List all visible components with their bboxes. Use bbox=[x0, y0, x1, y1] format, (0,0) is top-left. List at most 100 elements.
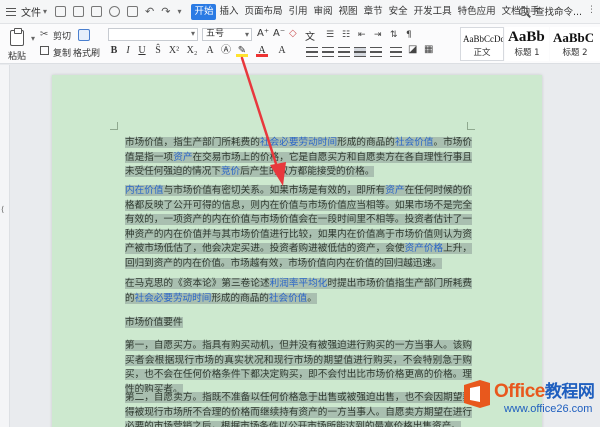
ribbon-tabs: 开始 插入 页面布局 引用 审阅 视图 章节 安全 开发工具 特色应用 文档助手 bbox=[191, 3, 542, 20]
tab-insert[interactable]: 插入 bbox=[216, 4, 241, 20]
print-icon[interactable] bbox=[91, 6, 103, 17]
print-preview-icon[interactable] bbox=[109, 6, 121, 17]
borders-icon[interactable]: ▦ bbox=[424, 44, 433, 55]
line-spacing-icon[interactable] bbox=[390, 47, 402, 57]
more-icon[interactable]: ▾ bbox=[177, 7, 181, 16]
italic-icon[interactable]: I bbox=[122, 44, 134, 58]
text-run: 形成的商品的 bbox=[211, 292, 269, 304]
subscript-icon[interactable]: X₂ bbox=[186, 44, 198, 58]
tab-features[interactable]: 特色应用 bbox=[455, 4, 499, 20]
more-icon[interactable]: ⋮ bbox=[587, 5, 596, 15]
align-right-icon[interactable] bbox=[338, 47, 350, 57]
paragraph-2[interactable]: 内在价值与市场价值有密切关系。如果市场是有效的，即所有资产在任何时候的价格都反映… bbox=[125, 184, 473, 271]
style-normal[interactable]: AaBbCcDd 正文 bbox=[460, 27, 504, 61]
scissors-icon[interactable]: ✂ bbox=[40, 29, 48, 40]
hyperlink[interactable]: 资产价格 bbox=[405, 243, 444, 254]
paste-button-label[interactable]: 粘贴 bbox=[8, 49, 26, 62]
style-preview: AaBbCcDd bbox=[463, 34, 503, 44]
tab-view[interactable]: 视图 bbox=[336, 4, 361, 20]
text-run: 形成的商品的 bbox=[337, 137, 395, 148]
paragraph-5[interactable]: 第一，自愿买方。指具有购买动机，但并没有被强迫进行购买的一方当事人。该购买者会根… bbox=[125, 339, 472, 397]
hyperlink[interactable]: 利润率平均化 bbox=[270, 278, 328, 289]
char-shading-icon[interactable]: A bbox=[276, 44, 288, 58]
text-run: 与市场价值有密切关系。如果市场是有效的，即所有 bbox=[163, 185, 386, 196]
paragraph-4[interactable]: 市场价值要件 bbox=[125, 316, 472, 331]
shrink-font-icon[interactable]: A⁻ bbox=[273, 28, 285, 39]
chevron-down-icon: ▾ bbox=[43, 7, 48, 16]
watermark-url: www.office26.com bbox=[504, 403, 593, 415]
align-left-icon[interactable] bbox=[306, 47, 318, 57]
indent-icon[interactable]: ⇥ bbox=[374, 30, 382, 40]
paragraph-3[interactable]: 在马克思的《资本论》第三卷论述利润率平均化时提出市场价值指生产部门所耗费的社会必… bbox=[125, 277, 473, 306]
copy-button-label[interactable]: 复制 bbox=[53, 46, 71, 59]
tab-security[interactable]: 安全 bbox=[386, 4, 411, 20]
underline-icon[interactable]: U bbox=[136, 44, 148, 58]
paragraph-1[interactable]: 市场价值，指生产部门所耗费的社会必要劳动时间形成的商品的社会价值。市场价值是指一… bbox=[125, 136, 473, 180]
office-logo-icon bbox=[464, 380, 490, 408]
text-run: 。 bbox=[307, 292, 317, 304]
text-run: 第二，自愿卖方。指既不准备以任何价格急于出售或被强迫出售，也不会因期望获得被现行… bbox=[125, 392, 472, 427]
command-search-label: 查找命令... bbox=[534, 7, 582, 18]
superscript-icon[interactable]: X² bbox=[168, 44, 180, 58]
tab-page-layout[interactable]: 页面布局 bbox=[242, 4, 286, 20]
tab-home[interactable]: 开始 bbox=[191, 3, 217, 20]
undo-icon[interactable]: ↶ bbox=[145, 5, 154, 18]
style-preview: AaBb bbox=[508, 29, 545, 45]
hyperlink[interactable]: 竞价 bbox=[221, 166, 240, 177]
grow-font-icon[interactable]: A⁺ bbox=[257, 28, 269, 39]
style-heading-1[interactable]: AaBb 标题 1 bbox=[505, 27, 549, 61]
side-tab-icon[interactable]: ⟨ bbox=[1, 205, 4, 214]
redo-icon[interactable]: ↷ bbox=[161, 5, 170, 18]
align-justify-icon[interactable] bbox=[354, 47, 366, 57]
hyperlink[interactable]: 内在价值 bbox=[125, 185, 164, 196]
font-color-icon[interactable]: A bbox=[256, 44, 268, 57]
style-name: 正文 bbox=[473, 48, 491, 58]
text-run: 后产生的双方都能接受的价格。 bbox=[240, 166, 375, 177]
hyperlink[interactable]: 社会必要劳动时间 bbox=[260, 137, 337, 148]
font-size-select[interactable]: 五号 bbox=[202, 28, 252, 41]
margin-corner-mark bbox=[467, 122, 475, 130]
hyperlink[interactable]: 社会价值 bbox=[395, 137, 434, 148]
char-border-icon[interactable]: Ⓐ bbox=[220, 44, 232, 58]
font-name-select[interactable] bbox=[108, 28, 198, 41]
save-icon[interactable] bbox=[55, 6, 67, 17]
highlight-icon[interactable]: ✎ bbox=[236, 44, 248, 57]
bullets-icon[interactable]: ☰ bbox=[326, 30, 334, 40]
numbering-icon[interactable]: ☷ bbox=[342, 30, 350, 40]
style-heading-2[interactable]: AaBbC 标题 2 bbox=[550, 27, 600, 61]
align-center-icon[interactable] bbox=[322, 47, 334, 57]
paragraph-6[interactable]: 第二，自愿卖方。指既不准备以任何价格急于出售或被强迫出售，也不会因期望获得被现行… bbox=[125, 391, 472, 427]
file-menu[interactable]: 文件 ▾ bbox=[6, 4, 47, 19]
command-search[interactable]: 查找命令... bbox=[518, 4, 582, 18]
watermark-title-latin: Office bbox=[494, 381, 545, 402]
format-icon[interactable] bbox=[127, 6, 139, 17]
shading-icon[interactable]: ◪ bbox=[408, 44, 417, 55]
hyperlink[interactable]: 资产 bbox=[385, 185, 404, 196]
tab-chapter[interactable]: 章节 bbox=[361, 4, 386, 20]
tab-references[interactable]: 引用 bbox=[286, 4, 311, 20]
bold-icon[interactable]: B bbox=[108, 44, 120, 58]
show-marks-icon[interactable]: ¶ bbox=[406, 30, 412, 40]
sort-icon[interactable]: ⇅ bbox=[390, 30, 398, 40]
tab-developer[interactable]: 开发工具 bbox=[411, 4, 455, 20]
search-icon bbox=[518, 6, 528, 16]
cut-button-label[interactable]: 剪切 bbox=[53, 29, 71, 42]
export-pdf-icon[interactable] bbox=[73, 6, 85, 17]
text-effect-icon[interactable]: A bbox=[204, 44, 216, 58]
style-name: 标题 2 bbox=[562, 48, 588, 58]
distributed-align-icon[interactable] bbox=[370, 47, 382, 57]
hyperlink[interactable]: 社会价值 bbox=[269, 293, 307, 304]
format-painter-label[interactable]: 格式刷 bbox=[73, 46, 100, 59]
format-painter-icon[interactable] bbox=[78, 29, 90, 41]
paste-icon[interactable] bbox=[10, 28, 24, 46]
hyperlink[interactable]: 资产 bbox=[173, 152, 192, 163]
strikethrough-icon[interactable]: Ŝ bbox=[152, 44, 164, 58]
copy-icon[interactable] bbox=[40, 46, 49, 55]
paste-dropdown-icon[interactable]: ▾ bbox=[31, 34, 35, 43]
text-run: 第一，自愿买方。指具有购买动机，但并没有被强迫进行购买的一方当事人。该购买者会根… bbox=[125, 340, 472, 395]
outdent-icon[interactable]: ⇤ bbox=[358, 30, 366, 40]
clear-format-icon[interactable]: ◇ bbox=[289, 28, 297, 39]
tab-review[interactable]: 审阅 bbox=[311, 4, 336, 20]
pinyin-icon[interactable]: 文 bbox=[305, 28, 315, 43]
hyperlink[interactable]: 社会必要劳动时间 bbox=[135, 293, 212, 304]
